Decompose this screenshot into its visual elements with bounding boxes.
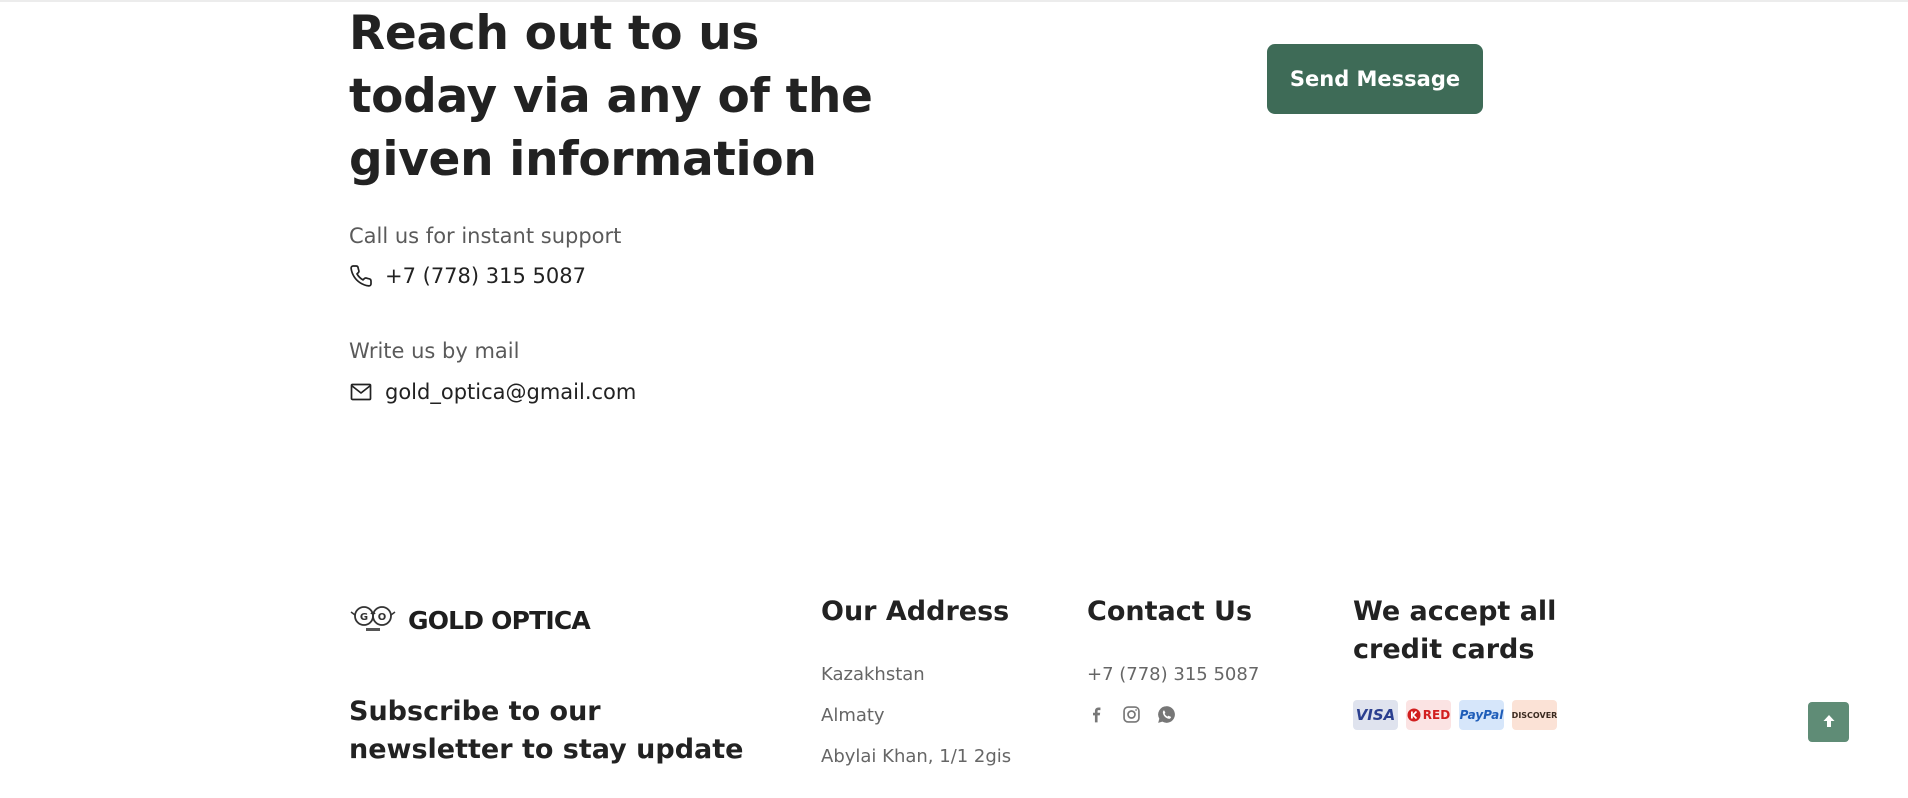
phone-label: Call us for instant support bbox=[349, 224, 622, 248]
phone-number: +7 (778) 315 5087 bbox=[385, 264, 586, 288]
arrow-up-icon bbox=[1821, 713, 1837, 732]
address-line-country: Kazakhstan bbox=[821, 664, 925, 685]
discover-card-icon: DISCOVER bbox=[1512, 700, 1557, 730]
mail-address: gold_optica@gmail.com bbox=[385, 380, 637, 404]
red-label: RED bbox=[1422, 708, 1451, 722]
kaspi-mark-icon bbox=[1407, 708, 1421, 722]
payments-title: We accept all credit cards bbox=[1353, 596, 1557, 665]
phone-contact[interactable]: +7 (778) 315 5087 bbox=[349, 264, 586, 288]
logo-glyph-right: O bbox=[378, 612, 387, 623]
social-links bbox=[1086, 704, 1177, 725]
mail-contact[interactable]: gold_optica@gmail.com bbox=[349, 380, 636, 404]
discover-label: DISCOVER bbox=[1511, 710, 1558, 720]
payment-cards: VISA RED PayPal DISCOVER bbox=[1353, 700, 1557, 730]
back-to-top-button[interactable] bbox=[1808, 702, 1849, 742]
top-divider bbox=[0, 0, 1908, 2]
glasses-logo-icon: G O bbox=[350, 601, 396, 639]
address-line-city: Almaty bbox=[821, 705, 885, 726]
facebook-icon[interactable] bbox=[1086, 704, 1107, 725]
phone-icon bbox=[349, 264, 373, 288]
newsletter-title: Subscribe to our newsletter to stay upda… bbox=[349, 696, 744, 765]
paypal-label: PayPal bbox=[1459, 708, 1504, 722]
visa-label: VISA bbox=[1355, 706, 1396, 724]
mail-label: Write us by mail bbox=[349, 339, 520, 363]
visa-card-icon: VISA bbox=[1353, 700, 1398, 730]
contact-heading: Reach out to us today via any of the giv… bbox=[349, 6, 873, 187]
brand-logo[interactable]: G O GOLD OPTICA bbox=[350, 601, 591, 639]
address-title: Our Address bbox=[821, 596, 1010, 627]
send-message-button[interactable]: Send Message bbox=[1267, 44, 1483, 114]
address-line-street: Abylai Khan, 1/1 2gis bbox=[821, 746, 1012, 767]
footer-phone[interactable]: +7 (778) 315 5087 bbox=[1087, 664, 1259, 685]
brand-name: GOLD OPTICA bbox=[408, 605, 591, 635]
whatsapp-icon[interactable] bbox=[1156, 704, 1177, 725]
instagram-icon[interactable] bbox=[1121, 704, 1142, 725]
contact-title: Contact Us bbox=[1087, 596, 1253, 627]
kaspi-red-card-icon: RED bbox=[1406, 700, 1451, 730]
logo-glyph-left: G bbox=[360, 612, 368, 623]
paypal-card-icon: PayPal bbox=[1459, 700, 1504, 730]
mail-icon bbox=[349, 380, 373, 404]
